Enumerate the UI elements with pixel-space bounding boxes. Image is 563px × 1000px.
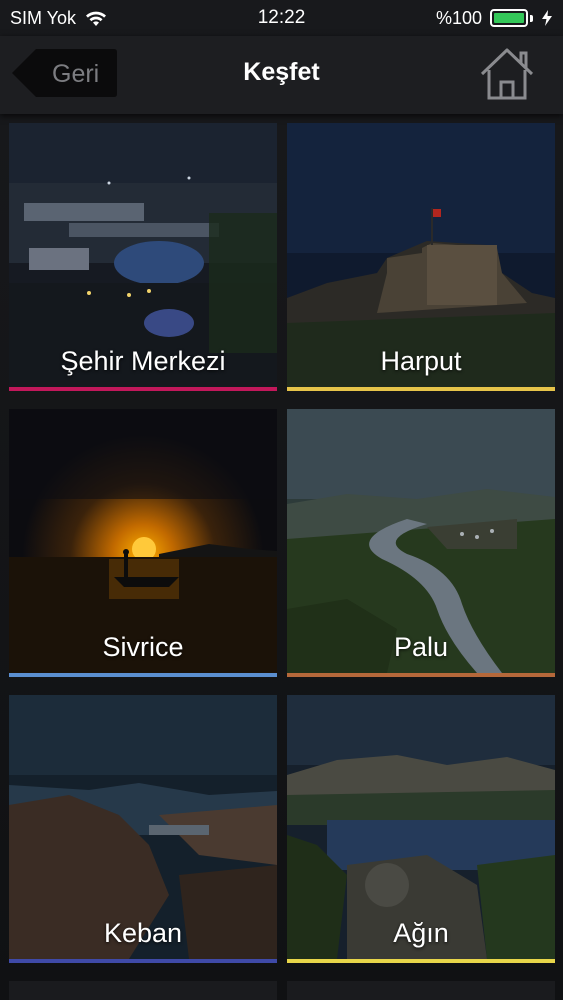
tile-label: Harput <box>380 346 462 376</box>
tile-palu[interactable]: Palu <box>287 409 555 677</box>
battery-icon <box>490 9 533 27</box>
carrier-label: SIM Yok <box>10 7 77 28</box>
next-tile-edge <box>9 981 277 1000</box>
next-tile-edge <box>287 981 555 1000</box>
next-row-peek <box>9 981 555 1000</box>
home-button[interactable] <box>477 46 537 102</box>
battery-percent: %100 <box>435 7 482 28</box>
tile-sivrice[interactable]: Sivrice <box>9 409 277 677</box>
tile-label: Palu <box>393 632 449 662</box>
tile-label: Sivrice <box>102 632 184 662</box>
tile-accent-bar <box>9 387 277 391</box>
tile-accent-bar <box>287 387 555 391</box>
tile-label: Şehir Merkezi <box>60 346 226 376</box>
tile-accent-bar <box>9 959 277 963</box>
tile-accent-bar <box>9 673 277 677</box>
status-bar: SIM Yok 12:22 %100 <box>0 0 563 36</box>
tile-label: Keban <box>103 918 183 948</box>
tile-agin[interactable]: Ağın <box>287 695 555 963</box>
tile-accent-bar <box>287 673 555 677</box>
destination-grid: Şehir Merkezi Harput Sivrice Palu Keban … <box>9 123 555 1000</box>
charging-bolt-icon <box>542 10 552 26</box>
tile-keban[interactable]: Keban <box>9 695 277 963</box>
home-icon <box>480 48 534 100</box>
navigation-bar: Geri Keşfet <box>0 36 563 114</box>
wifi-icon <box>86 11 107 26</box>
explore-screen: SIM Yok 12:22 %100 Geri Keşfet Şehir Mer… <box>0 0 563 1000</box>
status-right: %100 <box>436 8 553 29</box>
tile-label: Ağın <box>393 918 449 948</box>
tile-harput[interactable]: Harput <box>287 123 555 391</box>
status-left: SIM Yok <box>10 8 108 29</box>
tile-accent-bar <box>287 959 555 963</box>
tile-sehir-merkezi[interactable]: Şehir Merkezi <box>9 123 277 391</box>
